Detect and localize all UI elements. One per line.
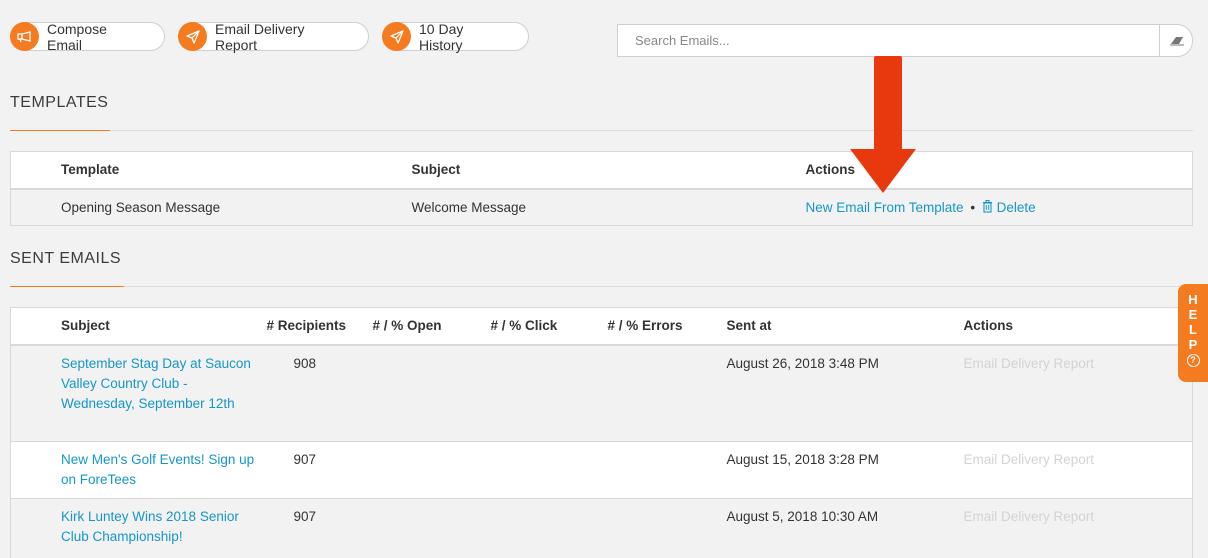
delete-template-link[interactable]: Delete (982, 199, 1036, 215)
templates-col-template: Template (10, 151, 412, 190)
sent-col-recipients: # Recipients (266, 307, 373, 346)
email-open (373, 442, 491, 499)
sent-emails-divider-accent (10, 286, 124, 287)
annotation-arrow (850, 56, 916, 193)
template-subject: Welcome Message (411, 199, 527, 215)
sent-emails-section-title: SENT EMAILS (10, 250, 122, 267)
email-recipients: 907 (293, 509, 317, 524)
templates-divider (10, 130, 1193, 131)
email-open (373, 499, 491, 558)
clear-search-button[interactable] (1159, 25, 1193, 56)
email-delivery-report-link[interactable]: Email Delivery Report (964, 452, 1095, 467)
email-sent-at: August 5, 2018 10:30 AM (726, 509, 879, 524)
email-subject-link[interactable]: Kirk Luntey Wins 2018 Senior Club Champi… (61, 509, 239, 544)
email-click (491, 345, 608, 442)
table-row: September Stag Day at Saucon Valley Coun… (10, 344, 1193, 442)
templates-table: Template Subject Actions Opening Season … (10, 151, 1193, 226)
email-click (491, 442, 608, 499)
help-letter: E (1188, 307, 1198, 322)
template-name: Opening Season Message (61, 199, 221, 215)
email-delivery-report-link[interactable]: Email Delivery Report (964, 356, 1095, 371)
templates-section-title: TEMPLATES (10, 94, 109, 111)
email-sent-at: August 26, 2018 3:48 PM (726, 355, 879, 371)
templates-col-subject: Subject (411, 151, 806, 190)
trash-icon (982, 199, 997, 215)
help-tab[interactable]: H E L P ? (1178, 284, 1208, 382)
table-row: Opening Season Message Welcome Message N… (10, 188, 1193, 226)
paper-plane-icon (382, 22, 411, 51)
sent-col-click: # / % Click (490, 307, 608, 346)
email-sent-at: August 15, 2018 3:28 PM (726, 452, 879, 467)
search-input[interactable] (618, 25, 1159, 56)
email-errors (608, 499, 727, 558)
email-subject-link[interactable]: New Men's Golf Events! Sign up on ForeTe… (61, 452, 254, 487)
email-recipients: 908 (293, 355, 317, 371)
email-click (491, 499, 608, 558)
email-recipients: 907 (293, 452, 317, 467)
table-row: New Men's Golf Events! Sign up on ForeTe… (10, 441, 1193, 499)
templates-divider-accent (10, 130, 110, 131)
sent-col-actions: Actions (963, 307, 1193, 346)
ten-day-history-label: 10 Day History (419, 20, 464, 53)
sent-col-errors: # / % Errors (607, 307, 727, 346)
sent-col-open: # / % Open (372, 307, 491, 346)
sent-col-sent-at: Sent at (726, 307, 964, 346)
sent-col-subject: Subject (10, 307, 267, 346)
email-errors (608, 345, 727, 442)
eraser-icon (1169, 33, 1185, 49)
search-box (617, 24, 1193, 57)
compose-email-label: Compose Email (47, 20, 107, 53)
sent-emails-table: Subject # Recipients # / % Open # / % Cl… (10, 307, 1193, 558)
help-letter: H (1188, 292, 1198, 307)
email-errors (608, 442, 727, 499)
email-open (373, 345, 491, 442)
sent-emails-divider (10, 286, 1193, 287)
action-separator: • (970, 199, 976, 215)
email-delivery-report-label: Email Delivery Report (215, 20, 305, 53)
megaphone-icon (10, 22, 39, 51)
compose-email-button[interactable]: Compose Email (10, 20, 165, 53)
email-subject-link[interactable]: September Stag Day at Saucon Valley Coun… (61, 356, 251, 411)
help-letter: P (1188, 337, 1198, 352)
question-icon: ? (1186, 354, 1200, 367)
ten-day-history-button[interactable]: 10 Day History (382, 20, 529, 53)
paper-plane-icon (178, 22, 207, 51)
help-letter: L (1189, 322, 1197, 337)
table-row: Kirk Luntey Wins 2018 Senior Club Champi… (10, 498, 1193, 558)
email-delivery-report-link[interactable]: Email Delivery Report (964, 509, 1095, 524)
email-delivery-report-button[interactable]: Email Delivery Report (178, 20, 369, 53)
delete-label: Delete (996, 199, 1036, 215)
new-email-from-template-link[interactable]: New Email From Template (806, 200, 964, 215)
